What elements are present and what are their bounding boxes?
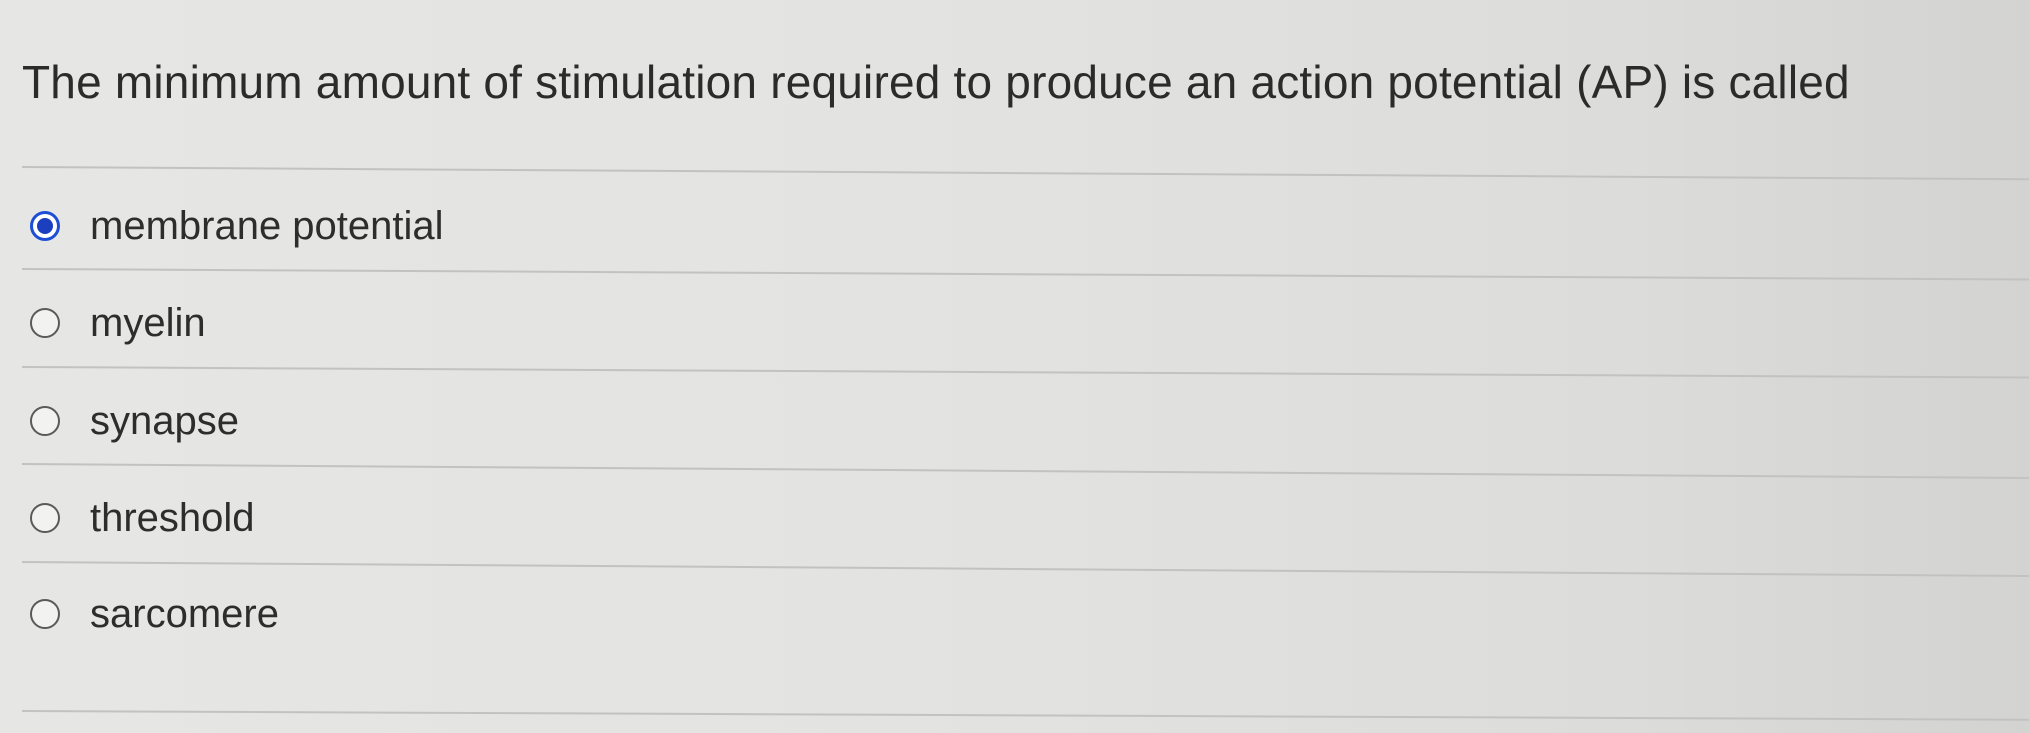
option-label: myelin [90,301,206,345]
divider [21,463,2029,480]
answer-option-synapse[interactable]: synapse [30,391,1230,451]
divider [21,268,2029,281]
radio-button-selected-icon[interactable] [30,211,60,241]
divider [21,366,2029,379]
radio-button-icon[interactable] [30,503,60,533]
answer-option-sarcomere[interactable]: sarcomere [30,584,1230,644]
radio-dot-icon [37,218,53,234]
radio-button-icon[interactable] [30,406,60,436]
divider [21,166,2029,181]
question-card: The minimum amount of stimulation requir… [0,0,2029,733]
answer-option-membrane-potential[interactable]: membrane potential [30,196,1230,256]
answer-option-threshold[interactable]: threshold [30,488,1230,548]
option-label: threshold [90,496,255,540]
divider [21,710,2029,721]
option-label: synapse [90,399,239,443]
radio-button-icon[interactable] [30,308,60,338]
answer-option-myelin[interactable]: myelin [30,293,1230,353]
divider [21,561,2029,578]
option-label: membrane potential [90,204,444,248]
question-text: The minimum amount of stimulation requir… [22,56,1850,108]
radio-button-icon[interactable] [30,599,60,629]
option-label: sarcomere [90,592,279,636]
